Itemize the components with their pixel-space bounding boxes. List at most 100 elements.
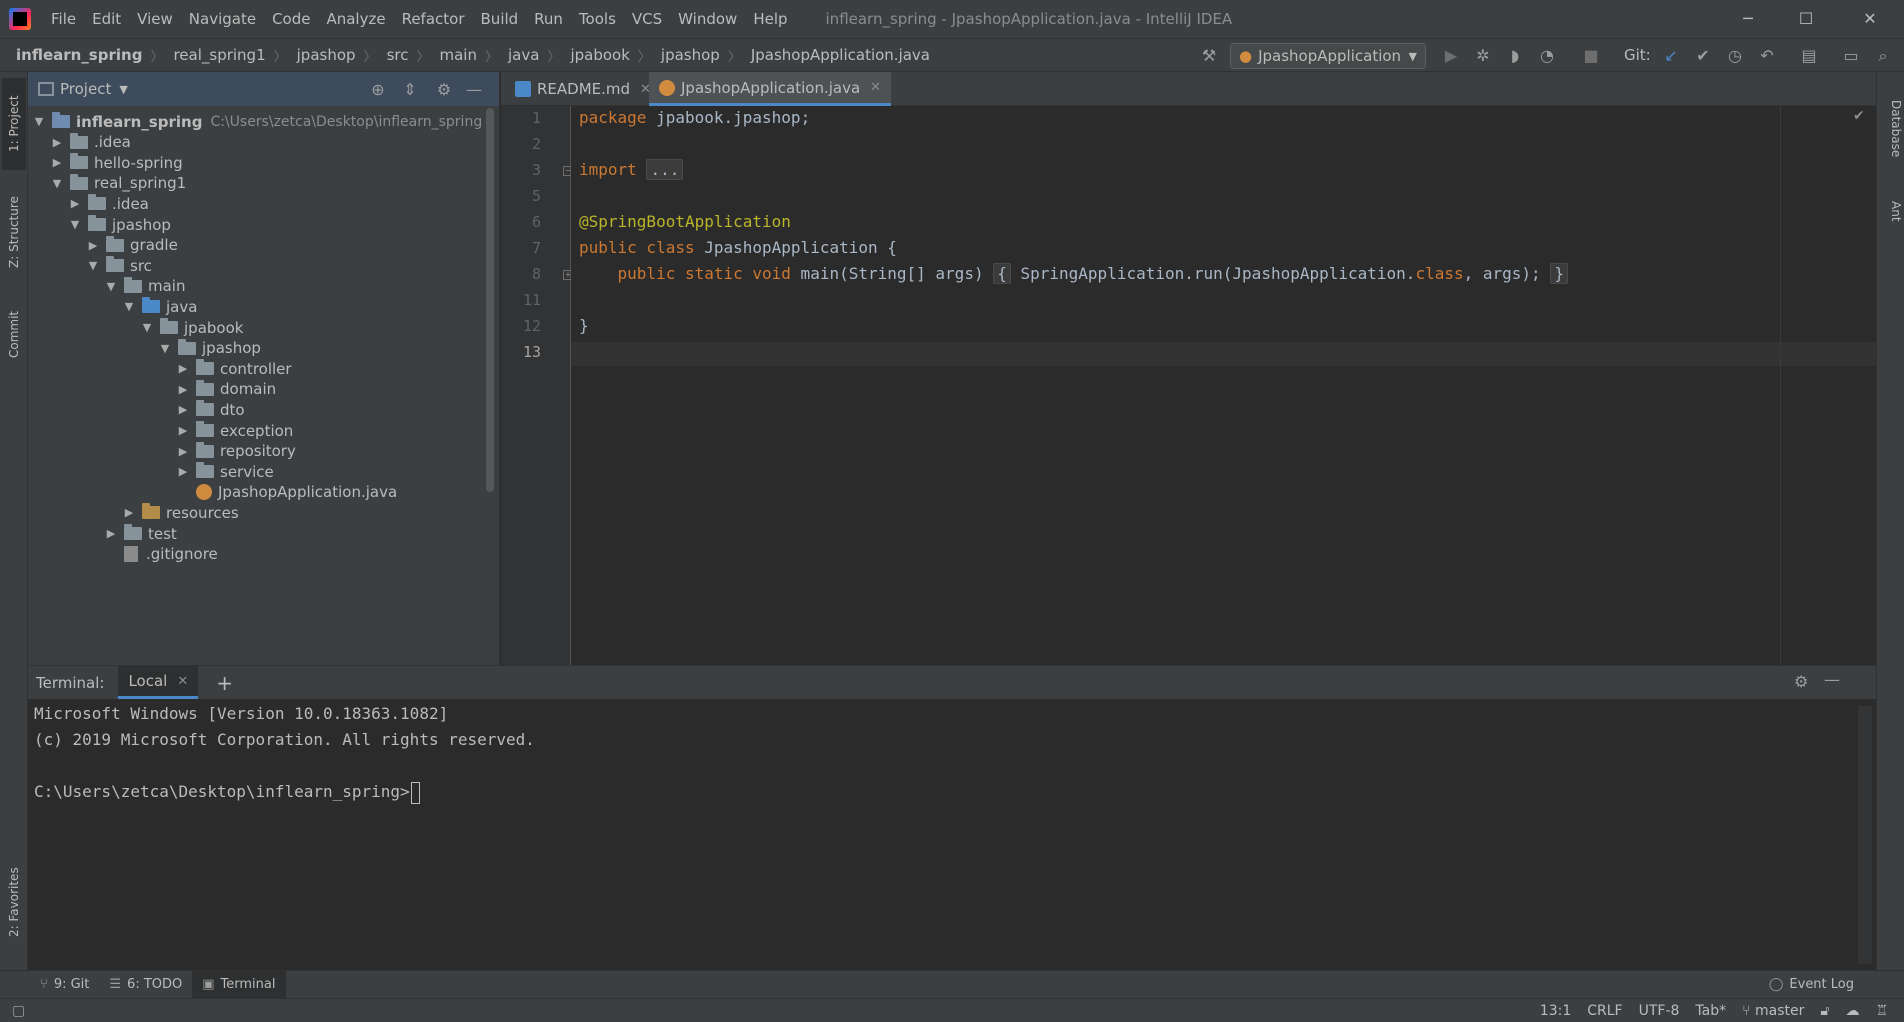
breadcrumb-file[interactable]: JpashopApplication.java (745, 46, 934, 64)
gear-icon[interactable]: ⚙ (434, 80, 454, 100)
chevron-down-icon[interactable]: ▼ (119, 83, 127, 96)
expanded-arrow-icon[interactable]: ▼ (50, 177, 64, 190)
menu-edit[interactable]: Edit (84, 0, 129, 38)
collapsed-arrow-icon[interactable]: ▶ (176, 424, 190, 437)
folded-imports[interactable]: ... (646, 159, 684, 180)
menu-code[interactable]: Code (264, 0, 318, 38)
search-icon[interactable]: ⌕ (1872, 45, 1894, 67)
collapsed-arrow-icon[interactable]: ▶ (50, 136, 64, 149)
fold-brace[interactable]: } (1550, 263, 1568, 284)
expanded-arrow-icon[interactable]: ▼ (158, 342, 172, 355)
git-rollback-icon[interactable]: ↶ (1756, 45, 1778, 67)
breadcrumb-java[interactable]: java (502, 46, 543, 64)
file-encoding[interactable]: UTF-8 (1631, 1003, 1688, 1019)
menu-view[interactable]: View (129, 0, 181, 38)
collapse-all-icon[interactable]: ⇕ (400, 80, 420, 100)
menu-refactor[interactable]: Refactor (394, 0, 473, 38)
terminal-tool-button[interactable]: ▣ Terminal (192, 970, 286, 999)
terminal-scrollbar[interactable] (1858, 706, 1872, 964)
stop-icon[interactable]: ■ (1580, 45, 1602, 67)
toggle-tool-windows-icon[interactable]: ▢ (4, 1003, 33, 1019)
terminal-prompt-line[interactable]: C:\Users\zetca\Desktop\inflearn_spring> (34, 780, 420, 804)
lock-icon[interactable]: 🔓︎ (1812, 1003, 1837, 1019)
tab-jpashop-application[interactable]: JpashopApplication.java ✕ (649, 72, 892, 106)
git-commit-icon[interactable]: ✔ (1692, 45, 1714, 67)
inspection-ok-icon[interactable]: ✔ (1853, 108, 1865, 124)
menu-tools[interactable]: Tools (571, 0, 624, 38)
expanded-arrow-icon[interactable]: ▼ (122, 300, 136, 313)
expanded-arrow-icon[interactable]: ▼ (32, 115, 46, 128)
structure-tool-tab[interactable]: Z: Structure (2, 182, 26, 282)
project-tool-tab[interactable]: 1: Project (2, 78, 26, 170)
tree-item[interactable]: .gitignore (28, 542, 488, 567)
breadcrumb-main[interactable]: main (433, 46, 480, 64)
database-tool-tab[interactable]: Database (1879, 84, 1903, 174)
collapsed-arrow-icon[interactable]: ▶ (176, 403, 190, 416)
project-panel-title[interactable]: Project (60, 80, 111, 98)
menu-navigate[interactable]: Navigate (181, 0, 264, 38)
tab-readme[interactable]: README.md ✕ (505, 72, 661, 106)
coverage-icon[interactable]: ◗ (1504, 45, 1526, 67)
presentation-icon[interactable]: ▭ (1840, 45, 1862, 67)
breadcrumb-project[interactable]: inflearn_spring (10, 46, 146, 64)
menu-vcs[interactable]: VCS (624, 0, 670, 38)
ant-tool-tab[interactable]: Ant (1879, 186, 1903, 236)
expanded-arrow-icon[interactable]: ▼ (86, 259, 100, 272)
caret-position[interactable]: 13:1 (1532, 1003, 1579, 1019)
git-branch-widget[interactable]: ⑂ master (1734, 1003, 1812, 1019)
collapsed-arrow-icon[interactable]: ▶ (176, 445, 190, 458)
breadcrumb-jpashop[interactable]: jpashop (291, 46, 360, 64)
locate-file-icon[interactable]: ⊕ (368, 80, 388, 100)
close-tab-icon[interactable]: ✕ (870, 80, 881, 95)
breadcrumb-src[interactable]: src (381, 46, 413, 64)
project-structure-icon[interactable]: ▤ (1798, 45, 1820, 67)
menu-run[interactable]: Run (526, 0, 571, 38)
breadcrumb-jpashop-package[interactable]: jpashop (655, 46, 724, 64)
line-separator[interactable]: CRLF (1579, 1003, 1630, 1019)
collapsed-arrow-icon[interactable]: ▶ (176, 383, 190, 396)
hide-panel-icon[interactable]: — (1824, 670, 1840, 689)
hide-panel-icon[interactable]: — (464, 80, 484, 100)
expanded-arrow-icon[interactable]: ▼ (104, 280, 118, 293)
build-hammer-icon[interactable]: ⚒ (1198, 45, 1220, 67)
collapsed-arrow-icon[interactable]: ▶ (122, 506, 136, 519)
collapsed-arrow-icon[interactable]: ▶ (50, 156, 64, 169)
git-update-icon[interactable]: ↙ (1660, 45, 1682, 67)
close-tab-icon[interactable]: ✕ (177, 674, 188, 689)
maximize-icon[interactable]: ☐ (1778, 0, 1834, 38)
breadcrumb-jpabook[interactable]: jpabook (564, 46, 633, 64)
notifications-icon[interactable]: ♖ (1867, 1003, 1896, 1019)
breadcrumb-module[interactable]: real_spring1 (167, 46, 269, 64)
inspection-profile-icon[interactable]: ☁ (1837, 1003, 1867, 1019)
debug-icon[interactable]: ✲ (1472, 45, 1494, 67)
collapsed-arrow-icon[interactable]: ▶ (176, 362, 190, 375)
git-history-icon[interactable]: ◷ (1724, 45, 1746, 67)
close-window-icon[interactable]: ✕ (1842, 0, 1898, 38)
menu-build[interactable]: Build (473, 0, 527, 38)
fold-brace[interactable]: { (993, 263, 1011, 284)
code-editor[interactable]: package jpabook.jpashop; import ... @Spr… (571, 106, 1876, 665)
menu-file[interactable]: File (43, 0, 84, 38)
gear-icon[interactable]: ⚙ (1794, 672, 1808, 691)
run-configuration-select[interactable]: ● JpashopApplication ▼ (1230, 43, 1426, 69)
expanded-arrow-icon[interactable]: ▼ (140, 321, 154, 334)
menu-help[interactable]: Help (745, 0, 795, 38)
profile-icon[interactable]: ◔ (1536, 45, 1558, 67)
collapsed-arrow-icon[interactable]: ▶ (104, 527, 118, 540)
run-icon[interactable]: ▶ (1440, 45, 1462, 67)
todo-tool-button[interactable]: ☰ 6: TODO (99, 971, 192, 999)
collapsed-arrow-icon[interactable]: ▶ (86, 239, 100, 252)
collapsed-arrow-icon[interactable]: ▶ (68, 197, 82, 210)
collapsed-arrow-icon[interactable]: ▶ (176, 465, 190, 478)
indent-setting[interactable]: Tab* (1687, 1003, 1734, 1019)
event-log-button[interactable]: ◯ Event Log (1759, 971, 1864, 999)
commit-tool-tab[interactable]: Commit (2, 294, 26, 374)
menu-window[interactable]: Window (670, 0, 745, 38)
new-terminal-icon[interactable]: + (216, 671, 233, 695)
project-tree-scrollbar[interactable] (486, 108, 494, 492)
git-tool-button[interactable]: ⑂ 9: Git (30, 971, 99, 999)
expanded-arrow-icon[interactable]: ▼ (68, 218, 82, 231)
menu-analyze[interactable]: Analyze (318, 0, 393, 38)
terminal-tab-local[interactable]: Local ✕ (118, 666, 199, 699)
favorites-tool-tab[interactable]: 2: Favorites (2, 852, 26, 952)
